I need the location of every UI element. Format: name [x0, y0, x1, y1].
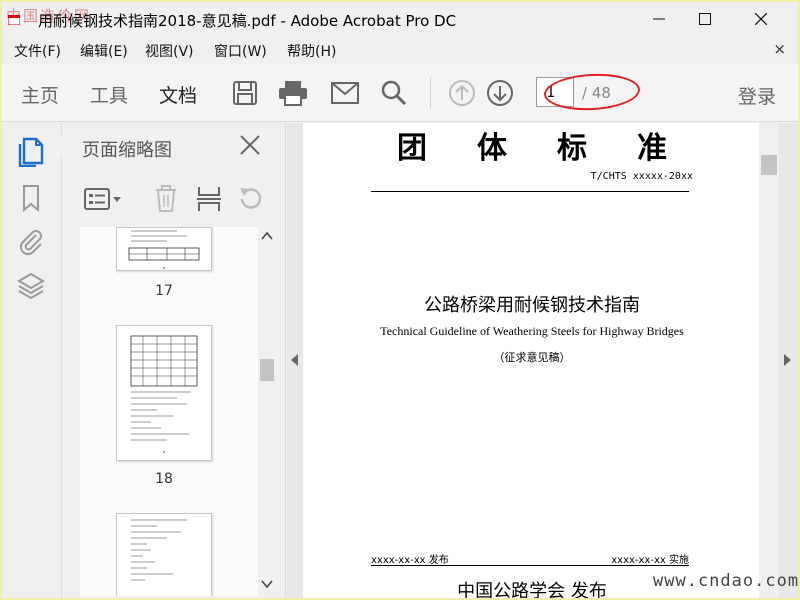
tab-home[interactable]: 主页 [21, 81, 59, 108]
document-implement-date: xxxx-xx-xx 实施 [611, 555, 689, 566]
menu-bar: 文件(F) 编辑(E) 视图(V) 窗口(W) 帮助(H) × [2, 36, 798, 64]
envelope-icon [331, 82, 359, 104]
minimize-icon [653, 18, 665, 20]
toolbar-divider [430, 77, 431, 109]
page-preview [131, 519, 187, 581]
tab-document[interactable]: 文档 [159, 81, 197, 108]
options-menu-icon[interactable] [84, 187, 124, 211]
print-button[interactable] [276, 76, 310, 110]
chevron-up-icon[interactable] [261, 231, 273, 241]
main-toolbar: 主页 工具 文档 1 / 48 登录 [2, 64, 798, 122]
page-thumbnails-button[interactable] [16, 137, 48, 169]
previous-page-button[interactable] [445, 76, 479, 110]
pages-icon [18, 137, 44, 168]
page-preview [130, 335, 198, 453]
close-document-button[interactable]: × [773, 40, 786, 58]
thumbnail-page-19[interactable] [116, 513, 212, 596]
document-scrollbar[interactable] [759, 123, 779, 598]
trash-icon[interactable] [154, 185, 178, 213]
document-title-cn: 公路桥梁用耐候钢技术指南 [424, 295, 640, 316]
arrow-down-circle-icon [487, 80, 513, 106]
left-navigation-rail [2, 123, 62, 598]
page-preview [128, 230, 200, 269]
title-bar: 中国造价网 用耐候钢技术指南2018-意见稿.pdf - Adobe Acrob… [2, 2, 798, 36]
arrow-up-circle-icon [449, 80, 475, 106]
menu-view[interactable]: 视图(V) [145, 41, 194, 61]
layers-button[interactable] [16, 271, 48, 303]
next-page-button[interactable] [483, 76, 517, 110]
rotate-icon[interactable] [236, 185, 264, 213]
maximize-button[interactable] [682, 6, 728, 32]
close-icon [755, 13, 767, 25]
collapse-left-panel-icon[interactable] [289, 353, 299, 367]
watermark-bottom: www.cndao.com [653, 571, 800, 591]
bookmark-icon [23, 185, 39, 213]
menu-file[interactable]: 文件(F) [14, 41, 61, 61]
search-icon [381, 80, 407, 106]
expand-right-panel-icon[interactable] [783, 353, 793, 367]
acrobat-app-icon: 中国造价网 [6, 7, 89, 27]
layers-icon [17, 272, 45, 300]
menu-edit[interactable]: 编辑(E) [80, 41, 128, 61]
document-title-en: Technical Guideline of Weathering Steels… [380, 324, 684, 338]
save-icon [233, 81, 257, 105]
menu-window[interactable]: 窗口(W) [214, 41, 267, 61]
document-rule-top [371, 191, 689, 192]
document-issue-date: xxxx-xx-xx 发布 [371, 555, 449, 566]
thumbnail-page-18[interactable] [116, 325, 212, 461]
paperclip-icon [19, 230, 42, 256]
thumbnail-toolbar [80, 181, 270, 217]
thumbnail-label-18: 18 [155, 471, 173, 487]
login-button[interactable]: 登录 [738, 82, 776, 109]
extract-pages-icon[interactable] [196, 185, 222, 213]
panel-pointer [53, 137, 62, 155]
close-panel-button[interactable] [238, 133, 264, 159]
chevron-down-icon[interactable] [261, 579, 273, 589]
thumbnail-panel: 页面缩略图 17 18 [53, 123, 286, 598]
close-icon [240, 135, 260, 155]
acrobat-window: 中国造价网 用耐候钢技术指南2018-意见稿.pdf - Adobe Acrob… [2, 2, 798, 598]
tab-tools[interactable]: 工具 [90, 81, 128, 108]
document-rule-bottom [371, 565, 689, 566]
maximize-icon [699, 13, 711, 25]
bookmarks-button[interactable] [16, 183, 48, 215]
document-code: T/CHTS xxxxx-20xx [590, 171, 693, 182]
thumbnail-label-17: 17 [155, 283, 173, 299]
document-page: 团体标准 T/CHTS xxxxx-20xx 公路桥梁用耐候钢技术指南 Tech… [303, 123, 761, 598]
email-button[interactable] [328, 76, 362, 110]
close-window-button[interactable] [738, 6, 784, 32]
document-view: 团体标准 T/CHTS xxxxx-20xx 公路桥梁用耐候钢技术指南 Tech… [287, 123, 798, 598]
document-scroll-handle[interactable] [761, 155, 777, 175]
search-button[interactable] [377, 76, 411, 110]
save-button[interactable] [228, 76, 262, 110]
window-title: 用耐候钢技术指南2018-意见稿.pdf - Adobe Acrobat Pro… [38, 12, 457, 30]
thumbnail-scroll-handle[interactable] [260, 359, 274, 381]
printer-icon [279, 81, 307, 106]
document-heading: 团体标准 [397, 131, 717, 166]
attachments-button[interactable] [16, 227, 48, 259]
document-subtitle: （征求意见稿） [493, 351, 571, 364]
menu-help[interactable]: 帮助(H) [287, 41, 336, 61]
thumbnail-page-17[interactable] [116, 227, 212, 271]
panel-title: 页面缩略图 [82, 140, 172, 161]
thumbnail-list: 17 18 [80, 227, 260, 596]
thumbnail-scrollbar[interactable] [258, 227, 276, 596]
minimize-button[interactable] [636, 6, 682, 32]
